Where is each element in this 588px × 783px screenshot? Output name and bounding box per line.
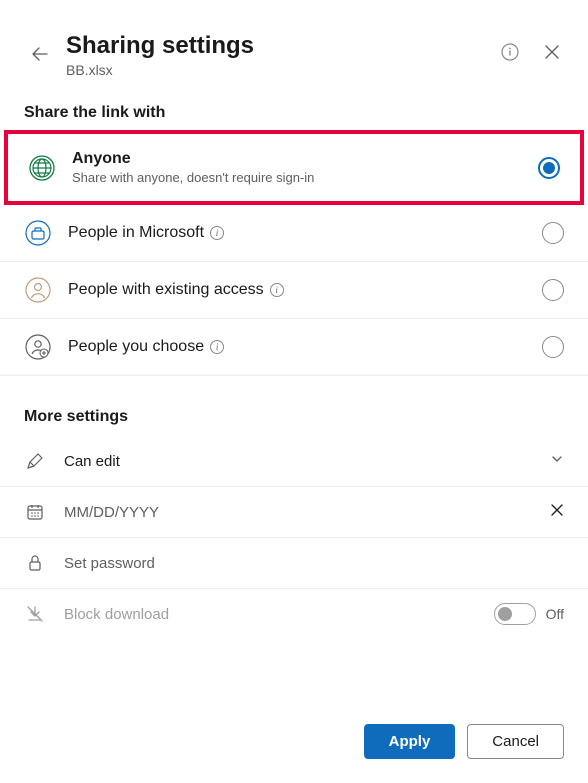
toggle-state-label: Off [546, 606, 564, 622]
share-option-anyone[interactable]: Anyone Share with anyone, doesn't requir… [8, 134, 580, 201]
block-download-row: Block download Off [0, 589, 588, 639]
block-download-toggle[interactable] [494, 603, 536, 625]
option-title: Anyone [72, 150, 538, 168]
info-icon[interactable]: i [210, 226, 224, 240]
info-button[interactable] [498, 40, 522, 64]
date-placeholder: MM/DD/YYYY [64, 504, 550, 521]
info-icon [501, 43, 519, 61]
close-icon [544, 44, 560, 60]
radio-selected[interactable] [538, 157, 560, 179]
clear-date-button[interactable] [550, 503, 564, 522]
share-option-existing-access[interactable]: People with existing access i [0, 262, 588, 319]
block-download-label: Block download [64, 606, 494, 623]
share-section-label: Share the link with [0, 90, 588, 130]
expiry-date-field[interactable]: MM/DD/YYYY [0, 487, 588, 538]
highlighted-option: Anyone Share with anyone, doesn't requir… [4, 130, 584, 205]
info-icon[interactable]: i [270, 283, 284, 297]
lock-icon [24, 552, 46, 574]
radio-unselected[interactable] [542, 336, 564, 358]
option-desc: Share with anyone, doesn't require sign-… [72, 170, 538, 185]
dialog-title: Sharing settings [66, 32, 498, 60]
radio-unselected[interactable] [542, 222, 564, 244]
password-placeholder: Set password [64, 555, 564, 572]
filename-label: BB.xlsx [66, 62, 498, 78]
cancel-button[interactable]: Cancel [467, 724, 564, 759]
share-option-people-in-org[interactable]: People in Microsoft i [0, 205, 588, 262]
option-title: People you choose i [68, 338, 542, 356]
share-option-people-you-choose[interactable]: People you choose i [0, 319, 588, 376]
apply-button[interactable]: Apply [364, 724, 456, 759]
pencil-icon [24, 450, 46, 472]
download-blocked-icon [24, 603, 46, 625]
arrow-left-icon [30, 44, 50, 64]
globe-icon [28, 154, 56, 182]
password-field[interactable]: Set password [0, 538, 588, 589]
briefcase-icon [24, 219, 52, 247]
person-plus-icon [24, 333, 52, 361]
back-button[interactable] [24, 38, 56, 70]
info-icon[interactable]: i [210, 340, 224, 354]
radio-unselected[interactable] [542, 279, 564, 301]
person-icon [24, 276, 52, 304]
chevron-down-icon [550, 452, 564, 471]
permission-dropdown[interactable]: Can edit [0, 436, 588, 487]
option-title: People with existing access i [68, 281, 542, 299]
close-button[interactable] [540, 40, 564, 64]
more-settings-label: More settings [0, 376, 588, 436]
option-title: People in Microsoft i [68, 224, 542, 242]
calendar-icon [24, 501, 46, 523]
permission-label: Can edit [64, 453, 550, 470]
